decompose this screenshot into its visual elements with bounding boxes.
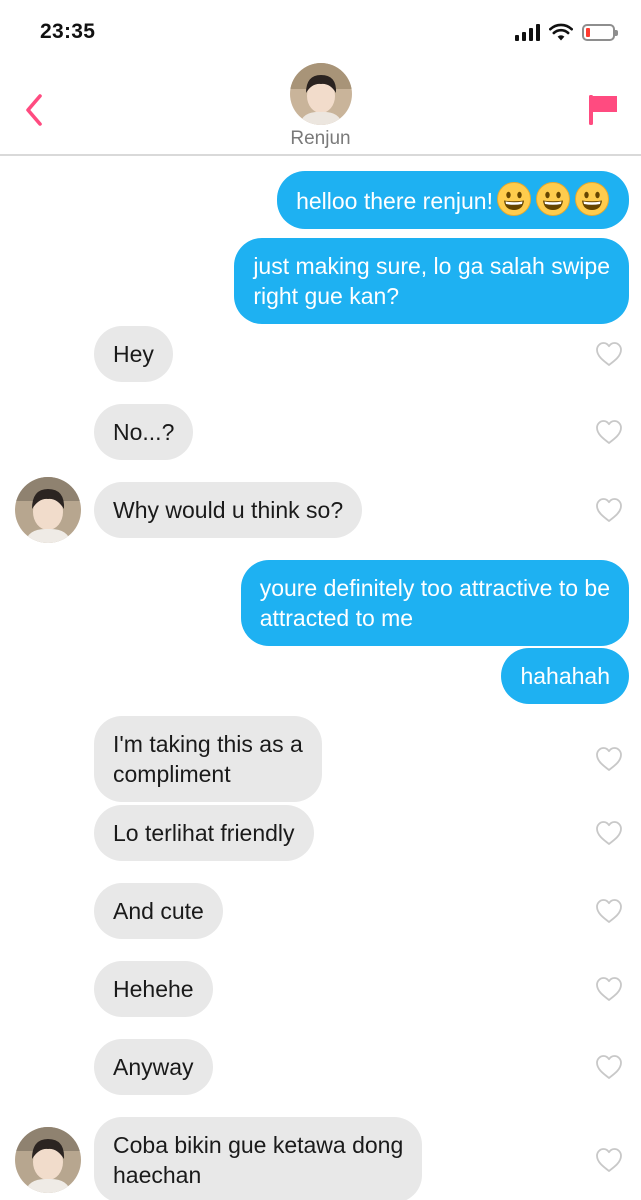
battery-level-fill: [586, 27, 590, 37]
message-text: And cute: [113, 898, 204, 924]
chat-header: Renjun: [0, 60, 641, 156]
message-text: Hehehe: [113, 976, 194, 1002]
like-heart-icon[interactable]: [595, 497, 623, 523]
message-text-line: I'm taking this as a: [113, 731, 303, 757]
sent-message-row: helloo there renjun!: [0, 171, 641, 229]
message-text: No...?: [113, 419, 175, 445]
like-heart-icon[interactable]: [595, 341, 623, 367]
received-message-row: Hey: [0, 326, 641, 382]
message-text: helloo there renjun!: [296, 188, 493, 214]
sender-avatar[interactable]: [15, 477, 81, 543]
like-heart-icon[interactable]: [595, 1147, 623, 1173]
sent-message-bubble[interactable]: youre definitely too attractive to be att…: [240, 560, 629, 646]
sent-message-row: youre definitely too attractive to be att…: [0, 560, 641, 646]
message-text: Why would u think so?: [113, 497, 344, 523]
grinning-face-emoji-icon: [535, 181, 571, 217]
status-bar: 23:35: [0, 0, 641, 60]
contact-avatar[interactable]: [290, 63, 352, 125]
message-text-line: haechan: [113, 1162, 202, 1188]
received-message-bubble[interactable]: No...?: [94, 404, 194, 460]
wifi-icon: [549, 23, 573, 41]
grinning-face-emoji-icon: [496, 181, 532, 217]
chevron-left-icon[interactable]: [20, 90, 50, 130]
like-heart-icon[interactable]: [595, 976, 623, 1002]
message-text-line: compliment: [113, 761, 231, 787]
received-message-bubble[interactable]: Hehehe: [94, 961, 213, 1017]
grinning-face-emoji-icon: [574, 181, 610, 217]
received-message-bubble[interactable]: Why would u think so?: [94, 482, 363, 538]
message-text-line: attracted to me: [259, 605, 414, 631]
sent-message-bubble[interactable]: just making sure, lo ga salah swipe right…: [234, 238, 629, 324]
like-heart-icon[interactable]: [595, 1054, 623, 1080]
message-text: Hey: [113, 341, 154, 367]
battery-low-icon: [582, 23, 618, 41]
received-message-row: Hehehe: [0, 961, 641, 1017]
message-text: Anyway: [113, 1054, 194, 1080]
received-message-row: No...?: [0, 404, 641, 460]
received-message-row: Coba bikin gue ketawa dong haechan: [0, 1117, 641, 1200]
sender-avatar[interactable]: [15, 1127, 81, 1193]
message-text: Lo terlihat friendly: [113, 820, 295, 846]
received-message-bubble[interactable]: Lo terlihat friendly: [94, 805, 314, 861]
received-message-bubble[interactable]: Anyway: [94, 1039, 213, 1095]
flag-icon[interactable]: [587, 93, 619, 127]
contact-name[interactable]: Renjun: [0, 128, 641, 150]
message-text-line: right gue kan?: [253, 283, 400, 309]
message-text: hahahah: [520, 663, 610, 689]
status-time: 23:35: [40, 20, 96, 43]
received-message-bubble[interactable]: And cute: [94, 883, 223, 939]
sent-message-row: hahahah: [0, 648, 641, 704]
like-heart-icon[interactable]: [595, 898, 623, 924]
like-heart-icon[interactable]: [595, 419, 623, 445]
like-heart-icon[interactable]: [595, 820, 623, 846]
received-message-row: Why would u think so?: [0, 477, 641, 543]
status-icons: [515, 20, 618, 44]
message-text-line: just making sure, lo ga salah swipe: [253, 253, 610, 279]
message-text-line: Coba bikin gue ketawa dong: [113, 1132, 404, 1158]
sent-message-bubble[interactable]: hahahah: [501, 648, 629, 704]
received-message-row: I'm taking this as a compliment: [0, 716, 641, 802]
received-message-bubble[interactable]: Hey: [94, 326, 173, 382]
cellular-signal-icon: [515, 23, 540, 41]
message-text-line: youre definitely too attractive to be: [259, 575, 610, 601]
received-message-row: Lo terlihat friendly: [0, 805, 641, 861]
received-message-row: And cute: [0, 883, 641, 939]
sent-message-bubble[interactable]: helloo there renjun!: [277, 171, 629, 229]
received-message-bubble[interactable]: I'm taking this as a compliment: [94, 716, 322, 802]
sent-message-row: just making sure, lo ga salah swipe right…: [0, 238, 641, 324]
received-message-row: Anyway: [0, 1039, 641, 1095]
received-message-bubble[interactable]: Coba bikin gue ketawa dong haechan: [94, 1117, 423, 1200]
like-heart-icon[interactable]: [595, 746, 623, 772]
